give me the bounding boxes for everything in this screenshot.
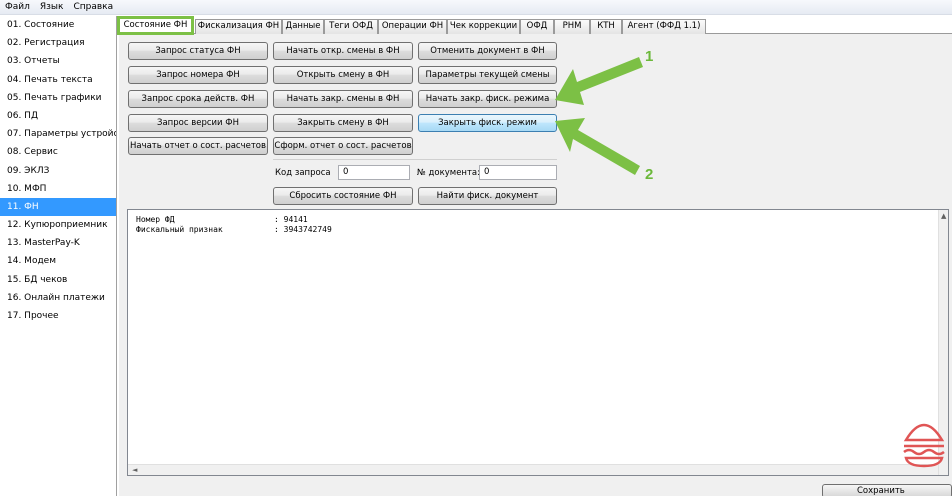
form-settlement-report-button[interactable]: Сформ. отчет о сост. расчетов [273, 137, 413, 155]
tab-fn-operations[interactable]: Операции ФН [378, 19, 447, 34]
sidebar-item-eklz[interactable]: 09. ЭКЛЗ [0, 162, 116, 180]
tab-fn-status[interactable]: Состояние ФН [117, 16, 194, 35]
output-log[interactable]: Номер ФД : 94141 Фискальный признак : 39… [127, 209, 949, 476]
doc-number-input[interactable]: 0 [479, 165, 557, 180]
start-settlement-report-button[interactable]: Начать отчет о сост. расчетов [128, 137, 268, 155]
tab-fiscalization[interactable]: Фискализация ФН [195, 19, 282, 34]
tab-ofd[interactable]: ОФД [520, 19, 554, 34]
group-divider [273, 159, 557, 160]
tab-ktn[interactable]: КТН [590, 19, 622, 34]
request-code-input[interactable]: 0 [338, 165, 410, 180]
sidebar-item-online-payments[interactable]: 16. Онлайн платежи [0, 289, 116, 307]
sidebar-item-masterpay[interactable]: 13. MasterPay-K [0, 234, 116, 252]
request-number-button[interactable]: Запрос номера ФН [128, 66, 268, 84]
output-value-doc-number: : 94141 [274, 215, 308, 224]
sidebar-item-pd[interactable]: 06. ПД [0, 107, 116, 125]
scroll-left-icon[interactable]: ◄ [132, 466, 137, 474]
sidebar-item-print-text[interactable]: 04. Печать текста [0, 71, 116, 89]
doc-number-label: № документа: [417, 168, 481, 178]
sidebar: 01. Состояние 02. Регистрация 03. Отчеты… [0, 16, 117, 496]
menu-bar: Файл Язык Справка [0, 0, 952, 15]
find-fiscal-document-button[interactable]: Найти фиск. документ [418, 187, 557, 205]
tab-strip: Состояние ФН Фискализация ФН Данные Теги… [117, 16, 952, 35]
callout-number-2: 2 [645, 166, 654, 183]
current-shift-params-button[interactable]: Параметры текущей смены [418, 66, 557, 84]
tab-agent[interactable]: Агент (ФФД 1.1) [622, 19, 706, 34]
request-validity-button[interactable]: Запрос срока действ. ФН [128, 90, 268, 108]
cancel-document-button[interactable]: Отменить документ в ФН [418, 42, 557, 60]
sidebar-item-registration[interactable]: 02. Регистрация [0, 34, 116, 52]
request-code-label: Код запроса [275, 168, 331, 178]
reset-fn-state-button[interactable]: Сбросить состояние ФН [273, 187, 413, 205]
sidebar-item-modem[interactable]: 14. Модем [0, 252, 116, 270]
output-value-fiscal-sign: : 3943742749 [274, 225, 332, 234]
menu-file[interactable]: Файл [0, 2, 35, 12]
watermark-logo [896, 410, 952, 496]
request-status-button[interactable]: Запрос статуса ФН [128, 42, 268, 60]
begin-close-shift-button[interactable]: Начать закр. смены в ФН [273, 90, 413, 108]
sidebar-item-reports[interactable]: 03. Отчеты [0, 52, 116, 70]
sidebar-item-print-graphics[interactable]: 05. Печать графики [0, 89, 116, 107]
callout-number-1: 1 [645, 48, 654, 65]
begin-open-shift-button[interactable]: Начать откр. смены в ФН [273, 42, 413, 60]
sidebar-item-bill-acceptor[interactable]: 12. Купюроприемник [0, 216, 116, 234]
tab-ofd-tags[interactable]: Теги ОФД [324, 19, 378, 34]
output-key-fiscal-sign: Фискальный признак [136, 225, 223, 234]
burger-logo-icon [903, 423, 945, 468]
tab-correction-receipt[interactable]: Чек коррекции [447, 19, 520, 34]
close-fiscal-mode-button[interactable]: Закрыть фиск. режим [418, 114, 557, 132]
begin-close-fiscal-mode-button[interactable]: Начать закр. фиск. режима [418, 90, 557, 108]
sidebar-item-mfp[interactable]: 10. МФП [0, 180, 116, 198]
sidebar-item-receipts-db[interactable]: 15. БД чеков [0, 271, 116, 289]
request-version-button[interactable]: Запрос версии ФН [128, 114, 268, 132]
sidebar-item-fn[interactable]: 11. ФН [0, 197, 116, 217]
menu-help[interactable]: Справка [68, 2, 118, 12]
output-horizontal-scrollbar[interactable]: ◄ [128, 464, 938, 475]
scroll-up-icon[interactable]: ▲ [941, 212, 946, 220]
sidebar-item-device-params[interactable]: 07. Параметры устройства [0, 125, 116, 143]
output-key-doc-number: Номер ФД [136, 215, 175, 224]
tab-rnm[interactable]: РНМ [554, 19, 590, 34]
sidebar-item-other[interactable]: 17. Прочее [0, 307, 116, 325]
sidebar-item-status[interactable]: 01. Состояние [0, 16, 116, 34]
open-shift-button[interactable]: Открыть смену в ФН [273, 66, 413, 84]
sidebar-item-service[interactable]: 08. Сервис [0, 143, 116, 161]
tab-data[interactable]: Данные [282, 19, 324, 34]
close-shift-button[interactable]: Закрыть смену в ФН [273, 114, 413, 132]
menu-language[interactable]: Язык [35, 2, 69, 12]
